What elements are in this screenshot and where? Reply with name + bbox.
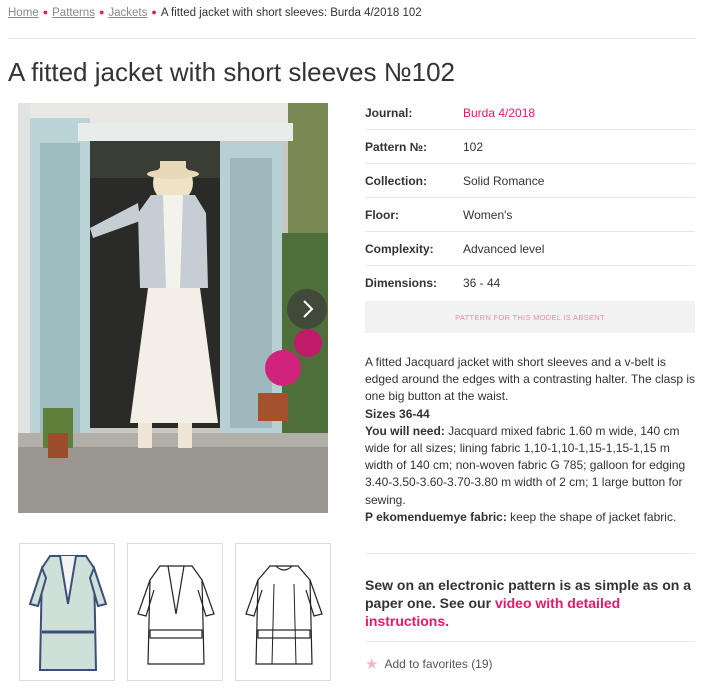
spec-value: Solid Romance (463, 173, 545, 188)
page-title: A fitted jacket with short sleeves №102 (8, 57, 456, 87)
favorites-count: (19) (471, 657, 493, 671)
breadcrumb-jackets[interactable]: Jackets (108, 7, 147, 19)
description: A fitted Jacquard jacket with short slee… (365, 354, 695, 526)
spec-row-floor: Floor: Women's (365, 198, 695, 232)
favorites-label: Add to favorites (384, 657, 468, 671)
chevron-right-icon (303, 300, 314, 318)
spec-row-dimensions: Dimensions: 36 - 44 (365, 266, 695, 300)
spec-value: 36 - 44 (463, 276, 501, 290)
spec-label: Dimensions: (365, 276, 438, 290)
pattern-absent-button[interactable]: PATTERN FOR THIS MODEL IS ABSENT (365, 301, 695, 333)
divider (8, 38, 696, 39)
breadcrumb-home[interactable]: Home (8, 7, 39, 19)
thumbnail-jacket-photo[interactable] (19, 543, 115, 681)
add-to-favorites[interactable]: ★ Add to favorites (19) (365, 655, 493, 673)
pattern-specs: Journal: Burda 4/2018 Pattern №: 102 Col… (365, 96, 695, 300)
spec-label: Floor: (365, 207, 399, 222)
star-icon: ★ (365, 656, 379, 673)
spec-label: Pattern №: (365, 139, 428, 154)
spec-value: Women's (463, 207, 513, 222)
thumbnail-sketch-front[interactable] (127, 543, 223, 681)
divider (365, 553, 695, 554)
spec-label: Collection: (365, 173, 427, 188)
description-intro: A fitted Jacquard jacket with short slee… (365, 355, 695, 404)
breadcrumb-separator: ● (42, 7, 49, 17)
spec-value: 102 (463, 139, 484, 154)
recommended-fabric-label: P ekomenduemye fabric: (365, 509, 507, 524)
recommended-fabric-text: keep the shape of jacket fabric. (506, 509, 677, 524)
breadcrumb-separator: ● (151, 7, 157, 17)
next-image-button[interactable] (287, 289, 327, 329)
spec-label: Journal: (365, 105, 413, 120)
main-photo[interactable] (18, 103, 328, 513)
breadcrumb-separator: ● (98, 7, 105, 17)
breadcrumb: Home ● Patterns ● Jackets ● A fitted jacket wi… (8, 7, 422, 19)
journal-link[interactable]: Burda 4/2018 (463, 106, 535, 120)
spec-row-journal: Journal: Burda 4/2018 (365, 96, 695, 130)
sizes-label: Sizes 36-44 (365, 406, 430, 421)
spec-label: Complexity: (365, 241, 434, 256)
spec-value: Advanced level (463, 241, 545, 256)
spec-row-complexity: Complexity: Advanced level (365, 232, 695, 266)
breadcrumb-current: A fitted jacket with short sleeves: Burd… (160, 7, 422, 19)
breadcrumb-patterns[interactable]: Patterns (52, 7, 95, 19)
spec-row-collection: Collection: Solid Romance (365, 164, 695, 198)
thumbnail-sketch-back[interactable] (235, 543, 331, 681)
need-label: You will need: (365, 423, 445, 438)
promo-text: Sew on an electronic pattern is as simpl… (365, 576, 695, 630)
divider (365, 641, 695, 642)
spec-row-pattern: Pattern №: 102 (365, 130, 695, 164)
